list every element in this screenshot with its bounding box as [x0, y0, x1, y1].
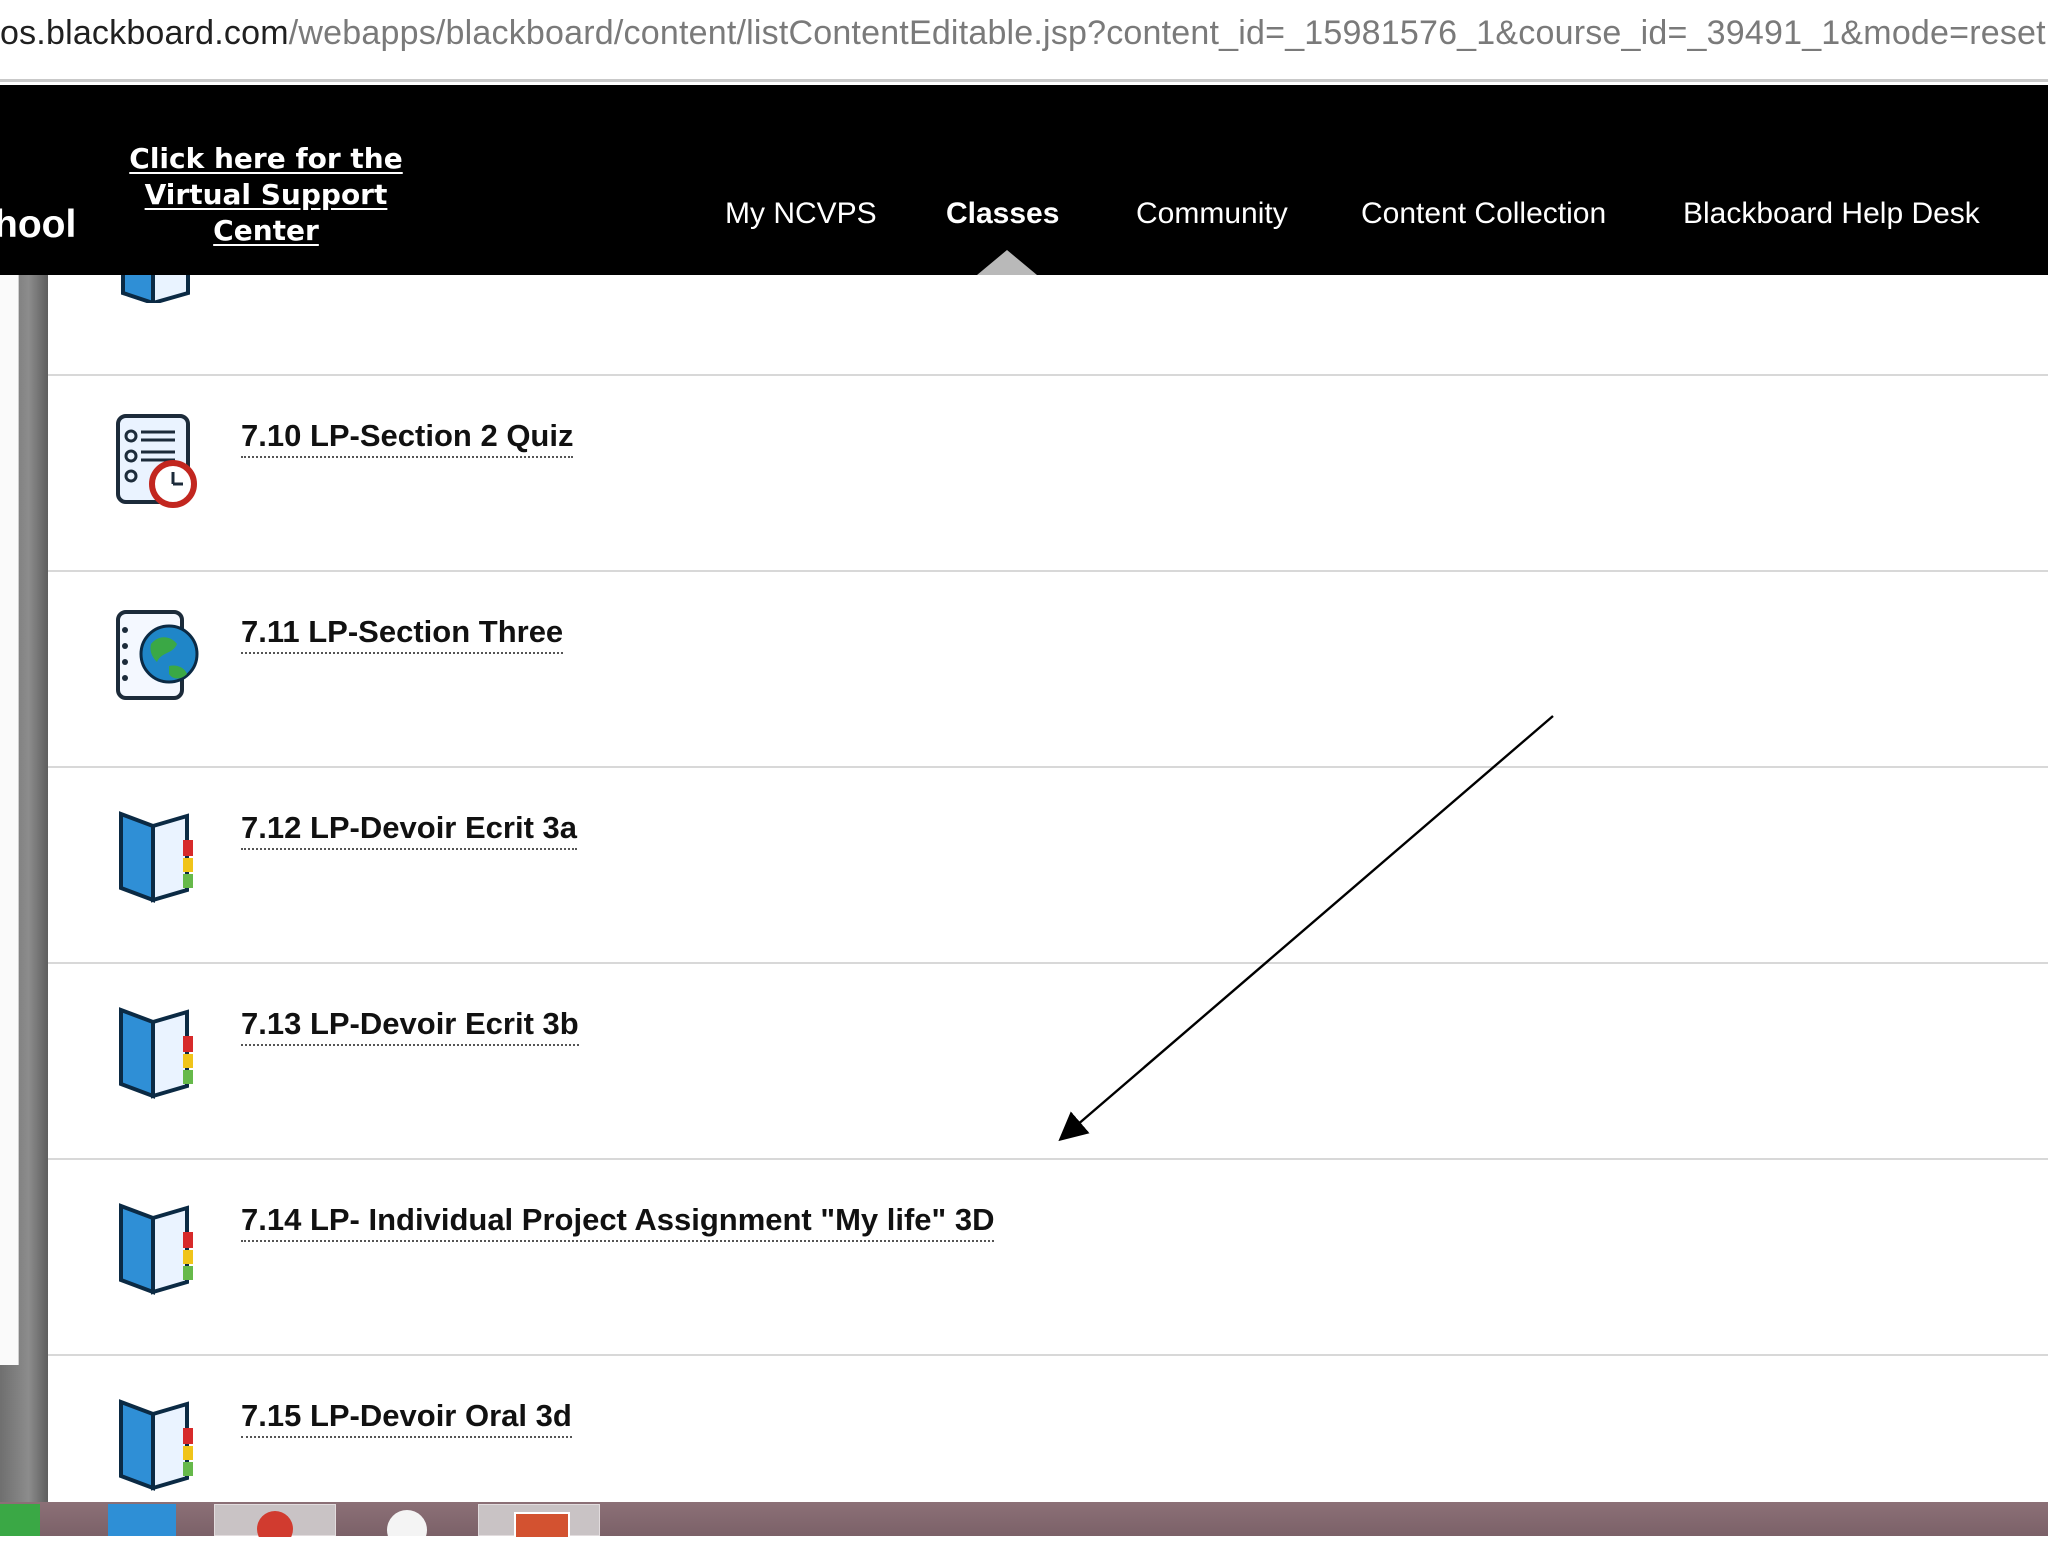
chrome-taskbar-button[interactable] [214, 1504, 336, 1537]
excel-taskbar-icon[interactable] [0, 1504, 40, 1536]
hp-taskbar-button[interactable] [372, 1504, 442, 1541]
os-taskbar [0, 1502, 2048, 1541]
chrome-icon [257, 1511, 293, 1537]
hp-icon [387, 1510, 427, 1541]
app-taskbar-icon[interactable] [108, 1504, 176, 1536]
powerpoint-icon [514, 1512, 570, 1537]
annotation-arrow [1058, 715, 1554, 1142]
powerpoint-taskbar-button[interactable] [478, 1504, 600, 1537]
